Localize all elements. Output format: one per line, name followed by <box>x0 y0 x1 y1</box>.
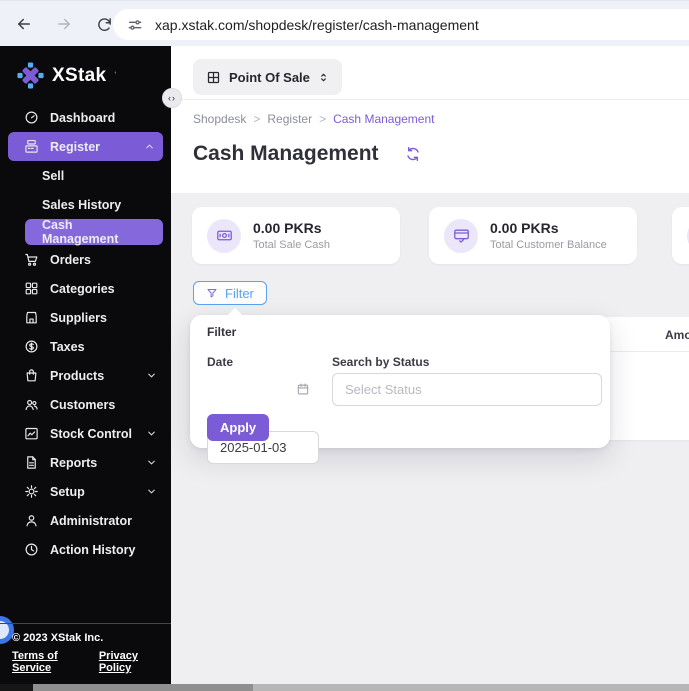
back-arrow-icon <box>18 18 30 30</box>
sidebar: XStak ʼ Dashboard Register Sell Sales His… <box>0 46 171 684</box>
breadcrumb-separator: > <box>253 112 261 126</box>
url-text: xap.xstak.com/shopdesk/register/cash-man… <box>155 16 479 33</box>
breadcrumb: Shopdesk > Register > Cash Management <box>193 112 434 126</box>
sidebar-item-action-history[interactable]: Action History <box>0 535 171 564</box>
sidebar-item-orders[interactable]: Orders <box>0 245 171 274</box>
chevron-down-icon <box>146 428 157 439</box>
status-label: Search by Status <box>332 355 430 369</box>
sidebar-item-products[interactable]: Products <box>0 361 171 390</box>
breadcrumb-separator: > <box>319 112 327 126</box>
setup-icon <box>24 484 39 499</box>
terms-of-service-link[interactable]: Terms of Service <box>12 650 83 674</box>
sidebar-item-sales-history[interactable]: Sales History <box>0 190 171 219</box>
sidebar-item-reports[interactable]: Reports <box>0 448 171 477</box>
stat-card-total-sale-cash: 0.00 PKRs Total Sale Cash <box>192 207 400 264</box>
reload-icon <box>97 17 111 31</box>
browser-toolbar: xap.xstak.com/shopdesk/register/cash-man… <box>0 0 689 46</box>
stat-card-total-customer-balance: 0.00 PKRs Total Customer Balance <box>429 207 637 264</box>
forward-arrow-icon <box>58 18 70 30</box>
store-selector-button[interactable]: Point Of Sale <box>193 59 342 95</box>
page-header: Shopdesk > Register > Cash Management Ca… <box>171 100 689 193</box>
breadcrumb-shopdesk[interactable]: Shopdesk <box>193 112 246 126</box>
url-bar[interactable]: xap.xstak.com/shopdesk/register/cash-man… <box>113 9 689 40</box>
page-title: Cash Management <box>193 142 379 165</box>
status-select-input[interactable] <box>332 373 602 406</box>
sidebar-item-customers[interactable]: Customers <box>0 390 171 419</box>
logo-wordmark: XStak <box>52 64 107 86</box>
main-content: Point Of Sale Shopdesk > Register > Cash… <box>171 46 689 684</box>
horizontal-scrollbar-thumb[interactable] <box>33 684 253 691</box>
orders-icon <box>24 252 39 267</box>
sidebar-item-cash-management[interactable]: Cash Management <box>25 218 163 246</box>
chevron-up-icon <box>144 141 155 152</box>
sidebar-item-suppliers[interactable]: Suppliers <box>0 303 171 332</box>
logo[interactable]: XStak ʼ <box>0 46 171 95</box>
sidebar-item-taxes[interactable]: Taxes <box>0 332 171 361</box>
stock-control-icon <box>24 426 39 441</box>
dashboard-icon <box>24 110 39 125</box>
browser-forward-button[interactable] <box>52 12 76 36</box>
date-label: Date <box>207 355 234 369</box>
banknote-icon <box>207 218 241 253</box>
chevron-down-icon <box>146 457 157 468</box>
sidebar-item-stock-control[interactable]: Stock Control <box>0 419 171 448</box>
products-icon <box>24 368 39 383</box>
suppliers-icon <box>24 310 39 325</box>
content-body: 0.00 PKRs Total Sale Cash 0.00 PKRs Tota… <box>171 193 689 684</box>
credit-card-icon <box>444 218 478 253</box>
xstak-logo-icon <box>17 62 44 89</box>
sidebar-footer: © 2023 XStak Inc. Terms of Service Priva… <box>0 623 171 684</box>
sidebar-item-sell[interactable]: Sell <box>0 161 171 190</box>
stat-label: Total Customer Balance <box>490 239 607 251</box>
breadcrumb-cash-management[interactable]: Cash Management <box>333 112 434 126</box>
stat-value: 0.00 PKRs <box>490 220 559 236</box>
store-selector-label: Point Of Sale <box>229 69 310 85</box>
sidebar-collapse-button[interactable]: ‹› <box>162 88 182 108</box>
sidebar-item-register[interactable]: Register <box>8 132 163 161</box>
funnel-icon <box>206 287 218 299</box>
browser-back-button[interactable] <box>12 12 36 36</box>
filter-button[interactable]: Filter <box>193 281 267 305</box>
chevron-down-icon <box>146 370 157 381</box>
site-settings-icon[interactable] <box>127 17 143 33</box>
grid-icon <box>206 70 221 85</box>
chevron-down-icon <box>146 486 157 497</box>
sidebar-item-dashboard[interactable]: Dashboard <box>0 103 171 132</box>
customers-icon <box>24 397 39 412</box>
reports-icon <box>24 455 39 470</box>
administrator-icon <box>24 513 39 528</box>
sidebar-item-setup[interactable]: Setup <box>0 477 171 506</box>
scrollbar-corner <box>0 684 33 691</box>
sidebar-nav: Dashboard Register Sell Sales History Ca… <box>0 103 171 564</box>
stat-card-partial <box>672 207 689 264</box>
stat-value: 0.00 PKRs <box>253 220 322 236</box>
categories-icon <box>24 281 39 296</box>
sort-updown-icon <box>318 72 329 83</box>
register-icon <box>24 139 39 154</box>
filter-panel-title: Filter <box>207 325 237 339</box>
logo-trademark: ʼ <box>114 71 117 80</box>
copyright-text: © 2023 XStak Inc. <box>12 632 104 644</box>
sidebar-item-categories[interactable]: Categories <box>0 274 171 303</box>
filter-button-label: Filter <box>225 285 254 301</box>
collapse-chevrons-icon: ‹› <box>168 93 176 103</box>
top-header-bar: Point Of Sale <box>171 46 689 100</box>
horizontal-scrollbar <box>0 684 689 691</box>
calendar-icon[interactable] <box>296 382 310 396</box>
stat-label: Total Sale Cash <box>253 239 331 251</box>
action-history-icon <box>24 542 39 557</box>
refresh-icon[interactable] <box>405 146 421 162</box>
filter-popover: Filter Date Search by Status Apply <box>190 315 610 464</box>
sidebar-item-administrator[interactable]: Administrator <box>0 506 171 535</box>
breadcrumb-register[interactable]: Register <box>267 112 312 126</box>
taxes-icon <box>24 339 39 354</box>
apply-button[interactable]: Apply <box>207 414 270 441</box>
table-header-amount: Amount <box>665 328 689 342</box>
privacy-policy-link[interactable]: Privacy Policy <box>99 650 159 674</box>
